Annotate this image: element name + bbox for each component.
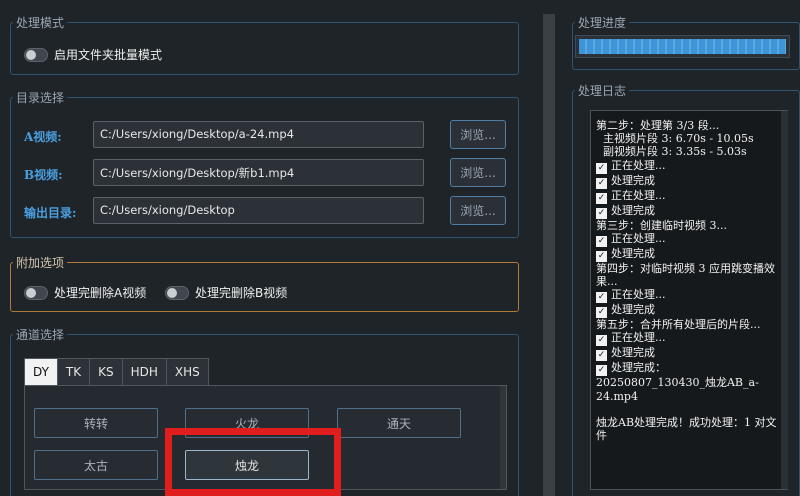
log-line-text: 正在处理... <box>611 331 666 345</box>
b-video-label: B视频: <box>24 168 63 182</box>
log-line: ✓ 处理完成 <box>591 204 787 219</box>
delete-b-switch[interactable] <box>165 285 189 300</box>
check-icon: ✓ <box>596 350 607 362</box>
log-line-text: 第四步：对临时视频 3 应用跳变播效果... <box>596 261 775 289</box>
b-video-path-input[interactable]: C:/Users/xiong/Desktop/新b1.mp4 <box>93 159 424 186</box>
log-line-text: 处理完成： <box>611 361 666 375</box>
log-line-text: 处理完成 <box>611 346 655 360</box>
check-icon: ✓ <box>596 162 607 174</box>
a-video-label: A视频: <box>24 130 62 144</box>
channel-button-taigu[interactable]: 太古 <box>34 450 158 480</box>
log-line: ✓ 处理完成 <box>591 303 787 319</box>
delete-a-switch[interactable] <box>24 285 48 300</box>
check-icon: ✓ <box>596 307 607 319</box>
log-line: ✓ 处理完成 <box>591 247 787 262</box>
batch-mode-switch[interactable] <box>24 47 48 62</box>
extra-options-legend: 附加选项 <box>16 256 65 270</box>
progress-bar <box>575 35 790 58</box>
check-icon: ✓ <box>596 335 607 347</box>
channel-legend: 通道选择 <box>16 328 65 342</box>
log-line-text: 烛龙AB处理完成！成功处理：1 对文件 <box>596 416 777 443</box>
log-line-text: 正在处理... <box>611 288 666 302</box>
channel-button-zhuanzhuan[interactable]: 转转 <box>34 408 158 438</box>
directory-legend: 目录选择 <box>16 91 65 105</box>
output-dir-path-input[interactable]: C:/Users/xiong/Desktop <box>93 197 424 224</box>
a-video-path-input[interactable]: C:/Users/xiong/Desktop/a-24.mp4 <box>93 121 424 148</box>
selection-highlight-box <box>165 428 341 496</box>
progress-bar-fill <box>579 39 786 54</box>
log-line-text: 副视频片段 3: 3.35s - 5.03s <box>596 145 747 159</box>
log-line: 烛龙AB处理完成！成功处理：1 对文件 <box>591 416 787 442</box>
log-line: ✓ 正在处理... <box>591 159 787 174</box>
log-line: ✓ 处理完成： <box>591 361 787 377</box>
check-icon: ✓ <box>596 207 607 219</box>
output-dir-label: 输出目录: <box>24 206 77 220</box>
log-line: 第五步：合并所有处理后的片段... <box>591 318 787 331</box>
check-icon: ✓ <box>596 365 607 377</box>
check-icon: ✓ <box>596 177 607 189</box>
log-line: 副视频片段 3: 3.35s - 5.03s <box>591 145 787 158</box>
log-line-text: 正在处理... <box>611 158 666 172</box>
b-video-browse-button[interactable]: 浏览... <box>450 158 506 187</box>
processing-mode-group: 处理模式 <box>10 14 519 75</box>
log-line-text: 正在处理... <box>611 231 666 245</box>
log-line: ✓ 正在处理... <box>591 232 787 247</box>
log-scrollbar[interactable] <box>781 111 788 489</box>
panel-splitter[interactable] <box>543 14 555 496</box>
log-line: ✓ 处理完成 <box>591 346 787 362</box>
log-line: 第二步：处理第 3/3 段... <box>591 119 787 132</box>
log-line <box>591 403 787 416</box>
log-line-text: 第二步：处理第 3/3 段... <box>596 119 720 132</box>
log-line: ✓ 处理完成 <box>591 174 787 189</box>
log-line: ✓ 正在处理... <box>591 331 787 347</box>
channel-button-tongtian[interactable]: 通天 <box>337 408 461 438</box>
log-line-text: 主视频片段 3: 6.70s - 10.05s <box>596 132 754 146</box>
log-legend: 处理日志 <box>578 84 627 98</box>
delete-b-toggle[interactable]: 处理完删除B视频 <box>165 284 287 301</box>
log-line-text <box>596 403 600 416</box>
log-line: 第三步：创建临时视频 3... <box>591 219 787 232</box>
log-line-text: 处理完成 <box>611 303 655 317</box>
channel-scrollbar[interactable] <box>500 386 506 489</box>
log-line-text: 处理完成 <box>611 203 655 217</box>
tab-dy[interactable]: DY <box>24 358 58 386</box>
log-lines: 第二步：处理第 3/3 段... 主视频片段 3: 6.70s - 10.05s… <box>591 111 787 442</box>
delete-b-label: 处理完删除B视频 <box>195 286 288 300</box>
log-line: 20250807_130430_烛龙AB_a-24.mp4 <box>591 376 787 402</box>
check-icon: ✓ <box>596 235 607 247</box>
check-icon: ✓ <box>596 192 607 204</box>
progress-legend: 处理进度 <box>578 16 627 30</box>
tab-xhs[interactable]: XHS <box>165 358 209 386</box>
log-line: ✓ 正在处理... <box>591 189 787 204</box>
right-panel: 处理进度 处理日志 第二步：处理第 3/3 段... 主视频片段 3: 6.70… <box>565 0 800 496</box>
output-dir-browse-button[interactable]: 浏览... <box>450 196 506 225</box>
processing-mode-legend: 处理模式 <box>16 16 65 30</box>
log-text-area[interactable]: 第二步：处理第 3/3 段... 主视频片段 3: 6.70s - 10.05s… <box>590 110 788 490</box>
a-video-browse-button[interactable]: 浏览... <box>450 120 506 149</box>
log-line-text: 第五步：合并所有处理后的片段... <box>596 318 761 332</box>
tab-hdh[interactable]: HDH <box>121 358 167 386</box>
log-line-text: 第三步：创建临时视频 3... <box>596 218 727 232</box>
log-line-text: 处理完成 <box>611 173 655 187</box>
tab-ks[interactable]: KS <box>89 358 123 386</box>
log-line: 第四步：对临时视频 3 应用跳变播效果... <box>591 262 787 288</box>
channel-tabs: DY TK KS HDH XHS <box>24 358 209 386</box>
extra-options-group: 附加选项 <box>10 254 519 312</box>
batch-mode-label: 启用文件夹批量模式 <box>54 48 163 62</box>
check-icon: ✓ <box>596 292 607 304</box>
log-line: ✓ 正在处理... <box>591 288 787 304</box>
delete-a-toggle[interactable]: 处理完删除A视频 <box>24 284 146 301</box>
log-line-text: 20250807_130430_烛龙AB_a-24.mp4 <box>596 376 759 403</box>
check-icon: ✓ <box>596 250 607 262</box>
log-line-text: 正在处理... <box>611 188 666 202</box>
delete-a-label: 处理完删除A视频 <box>54 286 147 300</box>
log-line: 主视频片段 3: 6.70s - 10.05s <box>591 132 787 145</box>
tab-tk[interactable]: TK <box>56 358 91 386</box>
log-line-text: 处理完成 <box>611 246 655 260</box>
batch-mode-toggle[interactable]: 启用文件夹批量模式 <box>24 46 162 63</box>
left-panel: 处理模式 启用文件夹批量模式 目录选择 A视频: C:/Users/xiong/… <box>0 0 530 496</box>
